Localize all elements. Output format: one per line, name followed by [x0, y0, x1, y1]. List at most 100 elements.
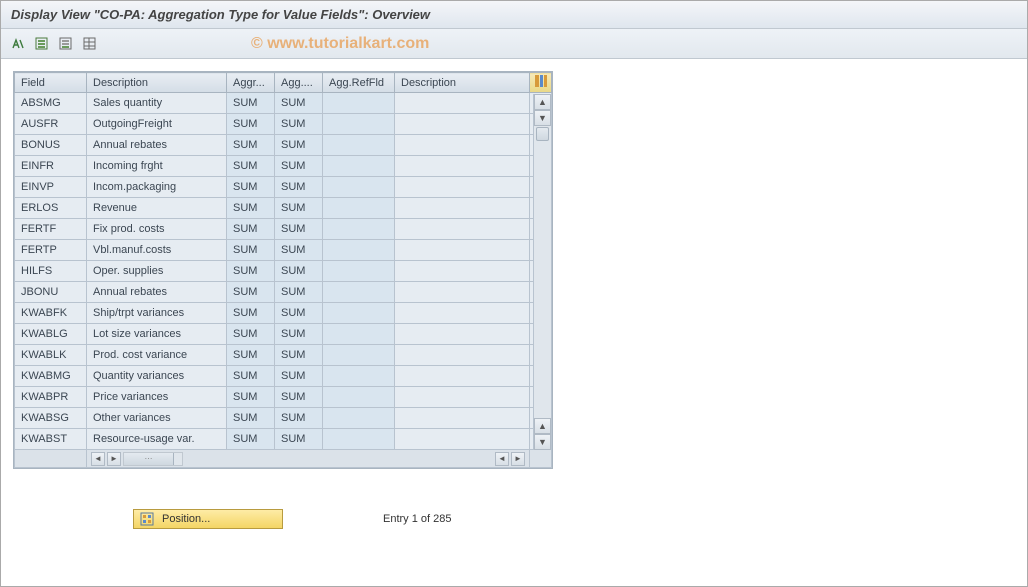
cell-aggr[interactable]: SUM [227, 261, 275, 282]
cell-description2[interactable] [395, 219, 530, 240]
position-button[interactable]: Position... [133, 509, 283, 529]
cell-aggreffld[interactable] [323, 198, 395, 219]
cell-aggr[interactable]: SUM [227, 114, 275, 135]
cell-description[interactable]: Incom.packaging [87, 177, 227, 198]
cell-agg2[interactable]: SUM [275, 282, 323, 303]
cell-field[interactable]: KWABSG [15, 408, 87, 429]
table-row[interactable]: ERLOSRevenueSUMSUM [15, 198, 552, 219]
cell-agg2[interactable]: SUM [275, 135, 323, 156]
cell-agg2[interactable]: SUM [275, 261, 323, 282]
tool-deselect-icon[interactable] [57, 35, 75, 53]
cell-aggr[interactable]: SUM [227, 387, 275, 408]
cell-agg2[interactable]: SUM [275, 366, 323, 387]
cell-aggreffld[interactable] [323, 324, 395, 345]
scroll-up2-icon[interactable]: ▲ [534, 418, 551, 434]
cell-aggreffld[interactable] [323, 345, 395, 366]
cell-field[interactable]: AUSFR [15, 114, 87, 135]
cell-description2[interactable] [395, 282, 530, 303]
cell-description2[interactable] [395, 303, 530, 324]
cell-aggreffld[interactable] [323, 408, 395, 429]
hscroll-thumb[interactable]: ⋯ [124, 453, 174, 465]
cell-description[interactable]: Sales quantity [87, 93, 227, 114]
cell-field[interactable]: KWABPR [15, 387, 87, 408]
cell-agg2[interactable]: SUM [275, 387, 323, 408]
cell-aggr[interactable]: SUM [227, 156, 275, 177]
cell-agg2[interactable]: SUM [275, 156, 323, 177]
cell-agg2[interactable]: SUM [275, 240, 323, 261]
cell-aggreffld[interactable] [323, 135, 395, 156]
col-header-field[interactable]: Field [15, 73, 87, 93]
cell-field[interactable]: JBONU [15, 282, 87, 303]
cell-aggreffld[interactable] [323, 261, 395, 282]
cell-field[interactable]: EINFR [15, 156, 87, 177]
cell-field[interactable]: KWABMG [15, 366, 87, 387]
cell-field[interactable]: ERLOS [15, 198, 87, 219]
cell-description[interactable]: Revenue [87, 198, 227, 219]
tool-select-all-icon[interactable] [33, 35, 51, 53]
cell-agg2[interactable]: SUM [275, 114, 323, 135]
vertical-scrollbar[interactable]: ▲ ▼ ▲ ▼ [533, 94, 551, 450]
col-header-description2[interactable]: Description [395, 73, 530, 93]
cell-aggreffld[interactable] [323, 114, 395, 135]
cell-field[interactable]: KWABLG [15, 324, 87, 345]
cell-description2[interactable] [395, 198, 530, 219]
table-row[interactable]: FERTFFix prod. costsSUMSUM [15, 219, 552, 240]
cell-aggr[interactable]: SUM [227, 408, 275, 429]
cell-aggreffld[interactable] [323, 240, 395, 261]
table-row[interactable]: FERTPVbl.manuf.costsSUMSUM [15, 240, 552, 261]
cell-description2[interactable] [395, 156, 530, 177]
cell-description[interactable]: Other variances [87, 408, 227, 429]
cell-agg2[interactable]: SUM [275, 429, 323, 450]
cell-description[interactable]: OutgoingFreight [87, 114, 227, 135]
cell-description2[interactable] [395, 240, 530, 261]
hscroll-right-icon[interactable]: ► [107, 452, 121, 466]
scroll-down2-icon[interactable]: ▼ [534, 434, 551, 450]
cell-description2[interactable] [395, 324, 530, 345]
cell-description[interactable]: Price variances [87, 387, 227, 408]
grid-settings-icon[interactable] [530, 73, 552, 93]
table-row[interactable]: KWABPRPrice variancesSUMSUM [15, 387, 552, 408]
cell-field[interactable]: ABSMG [15, 93, 87, 114]
cell-agg2[interactable]: SUM [275, 408, 323, 429]
table-row[interactable]: EINVPIncom.packagingSUMSUM [15, 177, 552, 198]
cell-field[interactable]: FERTF [15, 219, 87, 240]
cell-field[interactable]: FERTP [15, 240, 87, 261]
col-header-description[interactable]: Description [87, 73, 227, 93]
table-row[interactable]: KWABSGOther variancesSUMSUM [15, 408, 552, 429]
cell-agg2[interactable]: SUM [275, 303, 323, 324]
cell-description[interactable]: Incoming frght [87, 156, 227, 177]
cell-aggreffld[interactable] [323, 93, 395, 114]
cell-aggr[interactable]: SUM [227, 198, 275, 219]
hscroll-left-icon[interactable]: ◄ [91, 452, 105, 466]
cell-description2[interactable] [395, 408, 530, 429]
cell-field[interactable]: KWABFK [15, 303, 87, 324]
cell-agg2[interactable]: SUM [275, 324, 323, 345]
cell-agg2[interactable]: SUM [275, 219, 323, 240]
col-header-aggreffld[interactable]: Agg.RefFld [323, 73, 395, 93]
cell-aggr[interactable]: SUM [227, 93, 275, 114]
table-row[interactable]: EINFRIncoming frghtSUMSUM [15, 156, 552, 177]
cell-aggreffld[interactable] [323, 366, 395, 387]
scroll-down-icon[interactable]: ▼ [534, 110, 551, 126]
cell-description[interactable]: Annual rebates [87, 135, 227, 156]
col-header-agg2[interactable]: Agg.... [275, 73, 323, 93]
tool-change-icon[interactable] [9, 35, 27, 53]
cell-description2[interactable] [395, 429, 530, 450]
cell-description2[interactable] [395, 366, 530, 387]
cell-agg2[interactable]: SUM [275, 345, 323, 366]
cell-field[interactable]: KWABLK [15, 345, 87, 366]
cell-aggr[interactable]: SUM [227, 135, 275, 156]
cell-description2[interactable] [395, 177, 530, 198]
table-row[interactable]: KWABSTResource-usage var.SUMSUM [15, 429, 552, 450]
cell-field[interactable]: EINVP [15, 177, 87, 198]
cell-aggr[interactable]: SUM [227, 324, 275, 345]
cell-aggreffld[interactable] [323, 429, 395, 450]
table-row[interactable]: JBONUAnnual rebatesSUMSUM [15, 282, 552, 303]
table-row[interactable]: KWABMGQuantity variancesSUMSUM [15, 366, 552, 387]
cell-aggreffld[interactable] [323, 282, 395, 303]
cell-aggr[interactable]: SUM [227, 429, 275, 450]
cell-description2[interactable] [395, 345, 530, 366]
cell-description[interactable]: Oper. supplies [87, 261, 227, 282]
cell-description[interactable]: Ship/trpt variances [87, 303, 227, 324]
cell-aggr[interactable]: SUM [227, 345, 275, 366]
